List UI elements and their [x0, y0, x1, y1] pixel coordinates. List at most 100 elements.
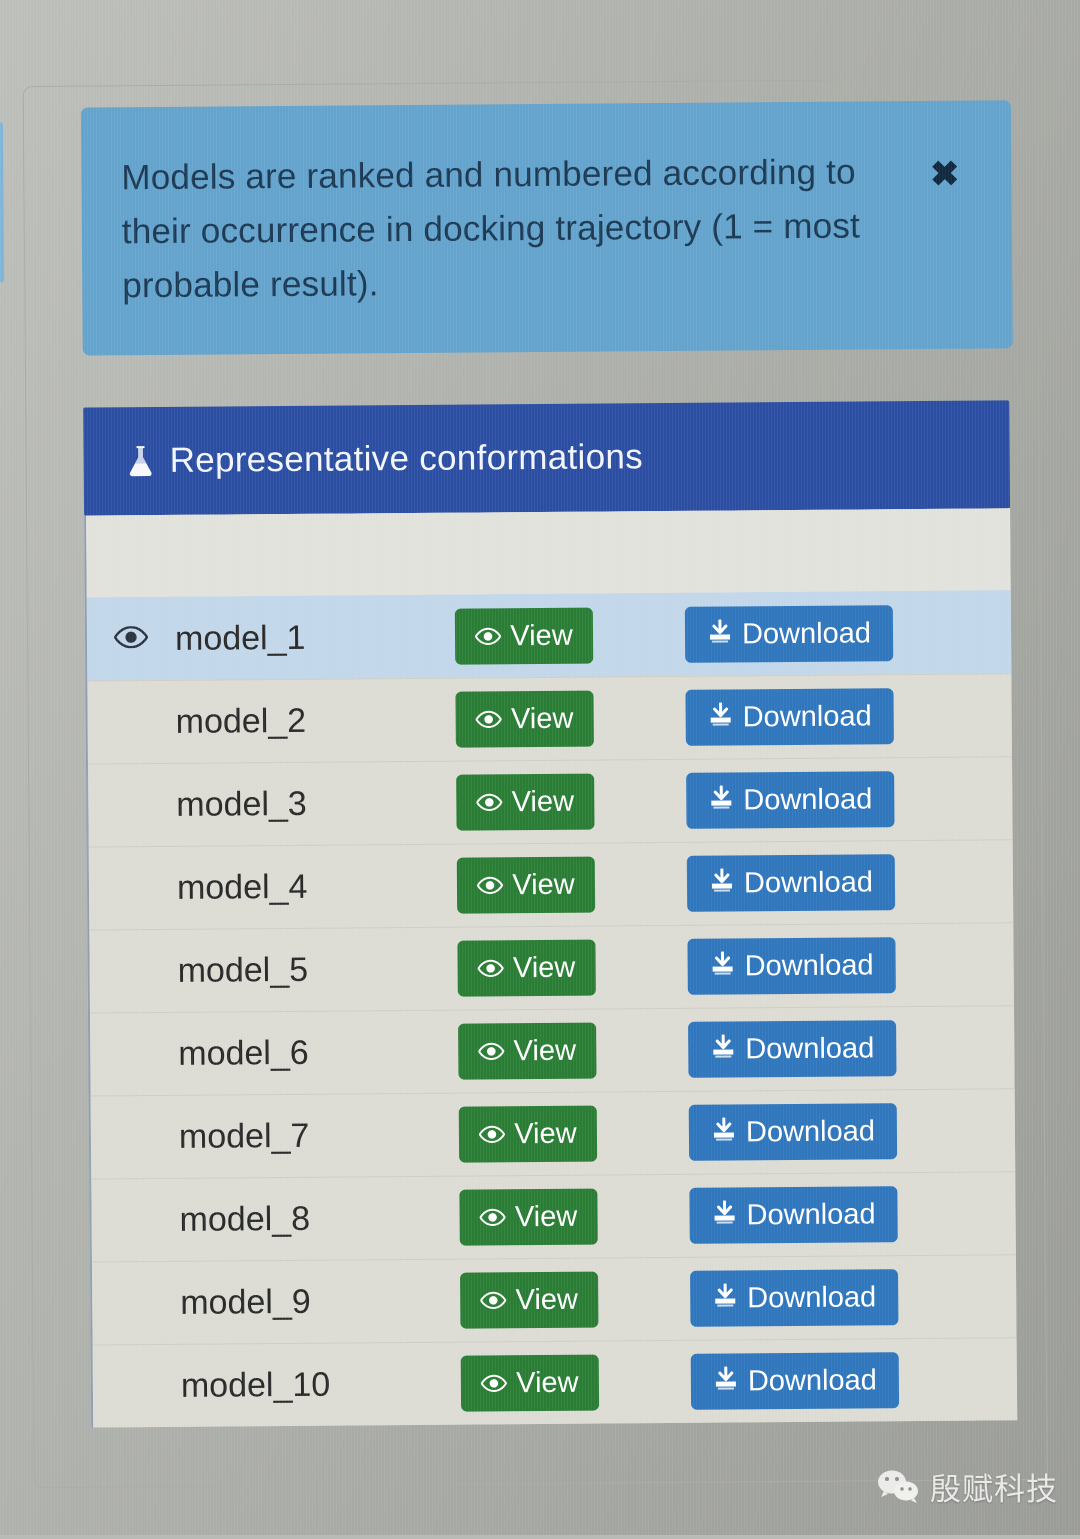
table-row[interactable]: model_1 View Download	[86, 590, 1012, 681]
view-button[interactable]: View	[456, 773, 595, 831]
download-icon	[708, 701, 743, 734]
row-eye-cell	[87, 625, 175, 653]
representative-conformations-panel: Representative conformations model_1 View…	[83, 400, 1018, 1428]
row-eye-cell	[88, 805, 176, 806]
model-name: model_8	[179, 1199, 311, 1239]
download-cell: Download	[684, 604, 1011, 663]
view-button-label: View	[515, 1283, 579, 1316]
download-cell: Download	[687, 936, 1013, 995]
eye-icon	[477, 952, 513, 985]
row-eye-cell	[91, 1137, 179, 1138]
download-cell: Download	[685, 687, 1011, 746]
download-button[interactable]: Download	[686, 854, 896, 912]
view-button-label: View	[510, 702, 574, 735]
model-name: model_3	[176, 784, 307, 824]
view-button[interactable]: View	[460, 1354, 600, 1412]
view-button[interactable]: View	[459, 1188, 598, 1246]
eye-icon	[476, 869, 512, 902]
row-eye-cell	[92, 1303, 180, 1304]
download-icon	[708, 784, 743, 817]
eye-icon	[479, 1201, 515, 1234]
download-button-label: Download	[746, 1197, 876, 1231]
download-button[interactable]: Download	[684, 605, 894, 663]
view-button[interactable]: View	[457, 939, 596, 997]
model-name: model_10	[180, 1365, 331, 1405]
view-cell: View	[455, 690, 685, 748]
eye-icon	[478, 1035, 513, 1068]
view-button-label: View	[514, 1117, 577, 1150]
download-button[interactable]: Download	[690, 1269, 899, 1327]
table-row[interactable]: model_6 View Download	[89, 1005, 1015, 1096]
view-button[interactable]: View	[458, 1105, 598, 1163]
eye-icon	[478, 1118, 514, 1151]
download-button-label: Download	[742, 699, 872, 733]
table-row[interactable]: model_4 View Download	[88, 839, 1014, 930]
view-cell: View	[460, 1354, 691, 1412]
view-cell: View	[458, 1105, 689, 1163]
view-cell: View	[458, 1022, 688, 1080]
view-button[interactable]: View	[455, 690, 594, 748]
download-button-label: Download	[745, 1114, 876, 1148]
table-row[interactable]: model_9 View Download	[91, 1254, 1017, 1345]
view-button-label: View	[510, 619, 573, 652]
view-button-label: View	[514, 1200, 578, 1233]
eye-icon	[474, 620, 510, 653]
view-button-label: View	[512, 951, 576, 984]
table-row[interactable]: model_10 View Download	[92, 1337, 1018, 1428]
watermark-text: 殷赋科技	[930, 1472, 1058, 1507]
download-button[interactable]: Download	[689, 1186, 898, 1244]
view-button-label: View	[512, 868, 575, 901]
download-button-label: Download	[743, 782, 873, 816]
row-eye-cell	[90, 1054, 178, 1055]
download-button[interactable]: Download	[685, 688, 894, 746]
view-button[interactable]: View	[460, 1271, 599, 1329]
row-eye-cell	[89, 888, 177, 889]
download-button[interactable]: Download	[690, 1352, 900, 1410]
download-cell: Download	[689, 1185, 1015, 1244]
download-icon	[709, 950, 744, 983]
close-icon[interactable]: ✖	[930, 155, 960, 194]
download-cell: Download	[688, 1019, 1014, 1078]
screen-content: Models are ranked and numbered according…	[0, 0, 1080, 1539]
eye-icon[interactable]	[113, 625, 149, 653]
download-icon	[711, 1199, 746, 1232]
download-button[interactable]: Download	[688, 1020, 897, 1078]
table-row[interactable]: model_5 View Download	[89, 922, 1014, 1013]
table-row[interactable]: model_8 View Download	[91, 1171, 1016, 1262]
download-button-label: Download	[747, 1280, 877, 1314]
download-button[interactable]: Download	[687, 937, 896, 995]
table-body: model_1 View Download model_2 View Download mo…	[86, 590, 1018, 1428]
view-cell: View	[456, 856, 687, 914]
table-row[interactable]: model_2 View Download	[87, 673, 1012, 764]
watermark: 殷赋科技	[876, 1464, 1058, 1509]
alert-message: Models are ranked and numbered according…	[121, 152, 861, 306]
view-button[interactable]: View	[456, 856, 596, 914]
download-cell: Download	[686, 770, 1012, 829]
model-name: model_9	[180, 1282, 311, 1322]
download-cell: Download	[690, 1268, 1016, 1327]
wechat-icon	[878, 1470, 918, 1503]
flask-icon	[129, 446, 152, 477]
download-icon	[709, 867, 744, 900]
row-eye-cell	[88, 722, 176, 723]
view-cell: View	[460, 1271, 690, 1329]
table-row[interactable]: model_3 View Download	[88, 756, 1013, 847]
view-cell: View	[457, 939, 687, 997]
view-cell: View	[456, 773, 686, 831]
view-button[interactable]: View	[458, 1022, 597, 1080]
panel-title: Representative conformations	[169, 437, 644, 480]
model-name: model_4	[176, 867, 308, 907]
download-cell: Download	[686, 853, 1013, 912]
download-button[interactable]: Download	[686, 771, 895, 829]
view-button[interactable]: View	[454, 607, 594, 665]
offscreen-panel-sliver	[0, 122, 5, 283]
download-button-label: Download	[741, 616, 872, 650]
download-button-label: Download	[745, 1031, 875, 1065]
download-icon	[707, 618, 742, 651]
download-button[interactable]: Download	[688, 1103, 898, 1161]
download-button-label: Download	[744, 948, 874, 982]
table-row[interactable]: model_7 View Download	[90, 1088, 1016, 1179]
view-button-label: View	[516, 1366, 579, 1399]
view-button-label: View	[513, 1034, 577, 1067]
view-button-label: View	[511, 785, 575, 818]
